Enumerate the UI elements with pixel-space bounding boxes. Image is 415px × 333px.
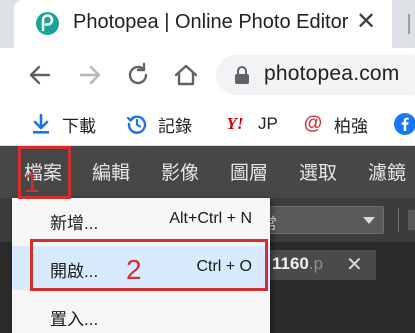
bookmark-downloads[interactable]: 下載: [30, 102, 96, 146]
highlight-open-item: [30, 239, 268, 291]
bookmark-at[interactable]: @ 柏強: [302, 102, 368, 146]
bookmark-label: 下載: [62, 116, 96, 136]
menu-filter[interactable]: 濾鏡: [368, 158, 406, 185]
tab-title: Photopea | Online Photo Editor: [73, 11, 349, 33]
menu-layer[interactable]: 圖層: [230, 158, 268, 185]
divider: [398, 208, 399, 232]
yahoo-logo-icon: Y!: [226, 114, 244, 133]
download-icon: [30, 113, 52, 135]
menu-edit[interactable]: 編輯: [92, 158, 130, 185]
reload-icon[interactable]: [124, 61, 152, 89]
tab-strip: Photopea | Online Photo Editor ✕: [0, 0, 415, 48]
menu-image[interactable]: 影像: [161, 158, 199, 185]
bookmark-label: JP: [258, 114, 278, 133]
menu-item-label: 新增...: [50, 214, 99, 233]
browser-toolbar: photopea.com: [0, 48, 415, 102]
url-text[interactable]: photopea.com: [264, 62, 400, 86]
bookmark-yahoo-jp[interactable]: Y! JP: [222, 102, 278, 146]
document-name: 1160: [272, 254, 309, 273]
photopea-favicon-icon: [36, 12, 59, 35]
browser-tab[interactable]: Photopea | Online Photo Editor ✕: [14, 0, 415, 48]
address-bar[interactable]: photopea.com: [216, 55, 415, 95]
bookmark-label: 記錄: [158, 116, 192, 136]
close-tab-icon[interactable]: ✕: [352, 8, 380, 36]
history-icon: [126, 113, 148, 135]
bookmark-label: 柏強: [334, 116, 368, 136]
option-control[interactable]: [408, 210, 415, 230]
facebook-icon: [394, 113, 415, 135]
document-extension: .p: [308, 254, 324, 273]
step-number-1: 1: [24, 167, 40, 198]
menu-item-place[interactable]: 置入...: [12, 294, 270, 333]
document-tab-label: 1160.p: [272, 254, 323, 274]
tab-separator: [408, 14, 410, 34]
bookmark-facebook[interactable]: [394, 102, 415, 146]
close-document-icon[interactable]: ✕: [346, 252, 363, 277]
menu-item-shortcut: Alt+Ctrl + N: [169, 210, 252, 227]
caret-down-icon: [363, 217, 375, 224]
forward-arrow-icon[interactable]: [76, 61, 104, 89]
at-sign-icon: @: [303, 113, 323, 134]
menu-item-new[interactable]: 新增... Alt+Ctrl + N: [12, 198, 270, 242]
back-arrow-icon[interactable]: [26, 61, 54, 89]
bookmark-history[interactable]: 記錄: [126, 102, 192, 146]
lock-icon[interactable]: [234, 66, 250, 89]
blend-mode-select[interactable]: 常: [252, 206, 384, 234]
document-tab[interactable]: 1160.p ✕: [266, 250, 376, 280]
home-icon[interactable]: [172, 61, 200, 89]
menu-select[interactable]: 選取: [299, 158, 337, 185]
menu-item-label: 置入...: [50, 310, 99, 329]
tab-strip-edge: [392, 0, 415, 48]
bookmarks-bar: 下載 記錄 Y! JP @ 柏強: [0, 102, 415, 146]
step-number-2: 2: [126, 254, 142, 285]
